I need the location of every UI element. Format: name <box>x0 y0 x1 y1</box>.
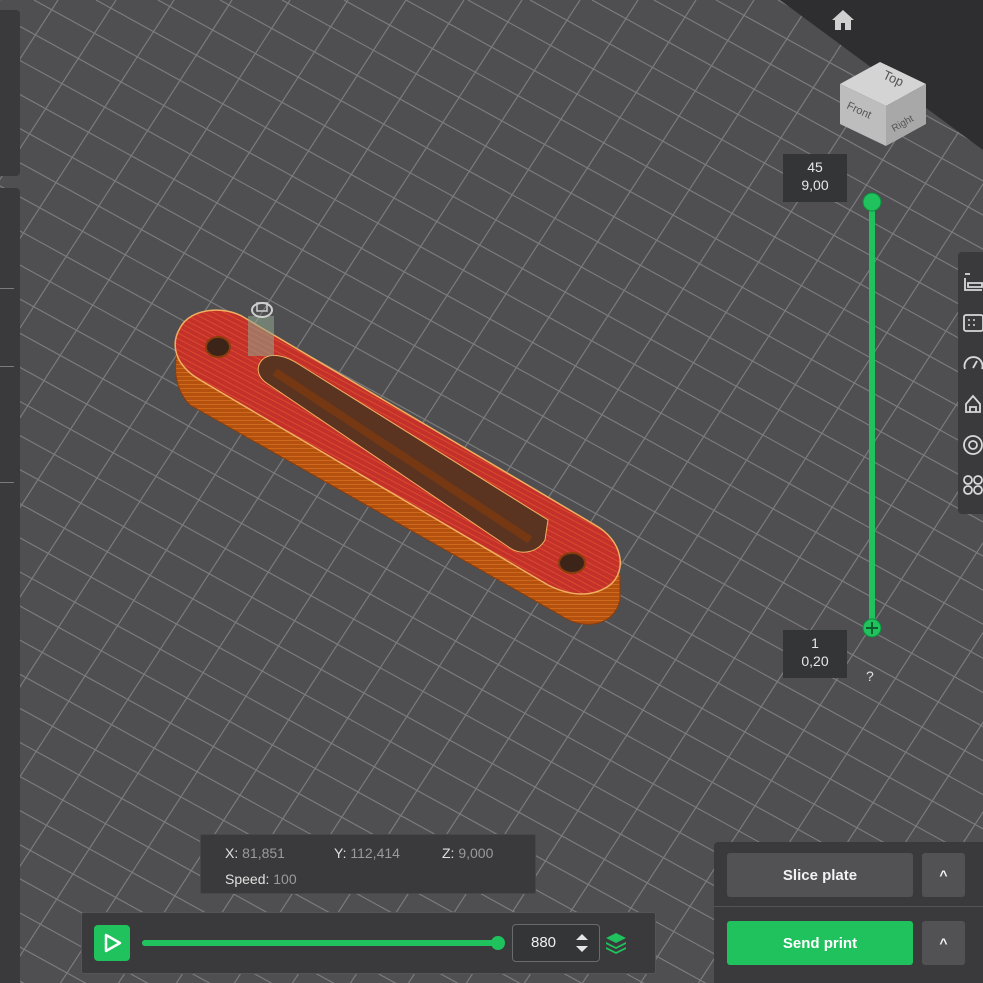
left-panel-top <box>0 10 20 176</box>
move-spinbox[interactable]: 880 <box>512 924 600 962</box>
grid-view-icon[interactable] <box>962 312 983 334</box>
send-print-button[interactable]: Send print <box>727 921 913 965</box>
bottom-layer-number: 1 <box>811 635 819 651</box>
x-coordinate: X: 81,851 <box>225 845 285 861</box>
y-coordinate: Y: 112,414 <box>334 845 400 861</box>
top-layer-height: 9,00 <box>801 177 829 193</box>
layers-icon[interactable] <box>604 931 628 955</box>
slider-help[interactable]: ? <box>866 668 874 684</box>
nozzle-marker <box>248 316 274 356</box>
layers-legend-icon[interactable] <box>962 270 983 292</box>
bottom-layer-height: 0,20 <box>801 653 829 669</box>
action-divider <box>714 906 983 907</box>
view-cube[interactable]: Top Front Right <box>834 36 930 148</box>
z-coordinate: Z: 9,000 <box>442 845 494 861</box>
ruler-tick <box>0 366 14 367</box>
slice-options-button[interactable]: ^ <box>922 853 965 897</box>
top-layer-label: 45 9,00 <box>783 154 847 202</box>
target-icon[interactable] <box>962 434 983 456</box>
move-slider-fill <box>142 940 498 946</box>
send-options-button[interactable]: ^ <box>922 921 965 965</box>
ruler-tick <box>0 288 14 289</box>
top-layer-number: 45 <box>807 159 823 175</box>
position-readout: X: 81,851 Y: 112,414 Z: 9,000 Speed: 100 <box>200 834 536 894</box>
gcode-playback-bar: 880 <box>81 912 656 974</box>
speed-gauge-icon[interactable] <box>962 353 983 375</box>
move-slider-handle[interactable] <box>491 936 505 950</box>
support-icon[interactable] <box>962 392 983 414</box>
right-toolbar <box>958 252 983 514</box>
play-icon <box>104 933 122 953</box>
slice-plate-button[interactable]: Slice plate <box>727 853 913 897</box>
spin-arrows-icon[interactable] <box>573 931 591 955</box>
arrange-icon[interactable] <box>962 474 983 496</box>
bottom-layer-label: 1 0,20 <box>783 630 847 678</box>
move-value: 880 <box>531 934 557 951</box>
ruler-tick <box>0 482 14 483</box>
top-layer-handle <box>862 192 882 212</box>
left-panel-bottom <box>0 188 20 983</box>
move-slider[interactable] <box>142 936 505 950</box>
speed-readout: Speed: 100 <box>225 871 297 887</box>
home-icon[interactable] <box>830 8 856 32</box>
layer-slider[interactable] <box>858 190 886 642</box>
play-button[interactable] <box>94 925 130 961</box>
